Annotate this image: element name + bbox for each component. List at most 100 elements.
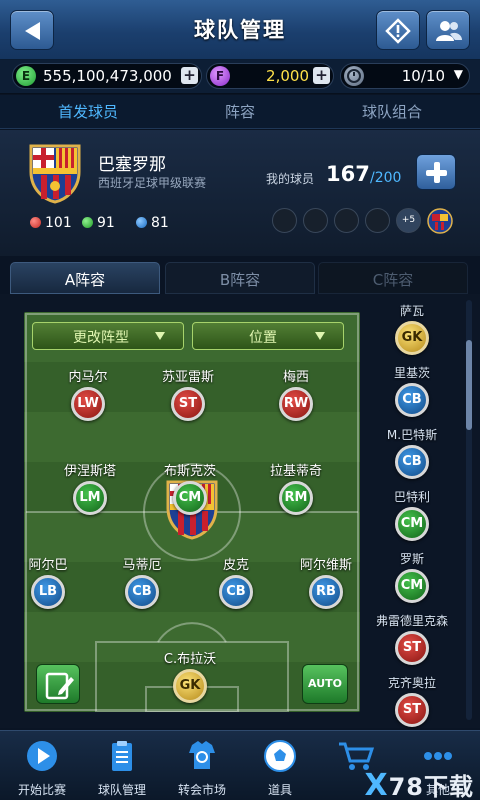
- nav-transfer-market[interactable]: 转会市场: [162, 739, 242, 798]
- stat-blue-value: 81: [151, 215, 169, 231]
- stat-green: 91: [82, 215, 115, 231]
- timer-icon: [344, 66, 364, 86]
- tab-starting-players[interactable]: 首发球员: [28, 101, 148, 122]
- pitch-player[interactable]: 皮克 CB: [196, 554, 276, 609]
- bench-player[interactable]: 里基茨 CB: [374, 364, 450, 417]
- club-mini-crest-icon: [427, 208, 453, 234]
- pitch-player[interactable]: 梅西 RW: [256, 366, 336, 421]
- tab-lineup-a[interactable]: A阵容: [10, 262, 160, 294]
- combo-more[interactable]: +5: [396, 208, 421, 233]
- player-name: 马蒂厄: [122, 558, 162, 573]
- exclamation-icon: [385, 18, 411, 44]
- pitch-player[interactable]: 阿尔维斯 RB: [286, 554, 360, 609]
- nav-team-management[interactable]: 球队管理: [82, 739, 162, 798]
- bench-player[interactable]: 巴特利 CM: [374, 488, 450, 541]
- bench-player[interactable]: 罗斯 CM: [374, 550, 450, 603]
- pitch-player[interactable]: 拉基蒂奇 RM: [256, 460, 336, 515]
- tab-lineup[interactable]: 阵容: [180, 101, 300, 122]
- bench-player[interactable]: 弗雷德里克森 ST: [374, 612, 450, 665]
- nav-label: 转会市场: [177, 783, 226, 797]
- position-badge: LW: [71, 387, 105, 421]
- watermark-text: 78下载: [388, 773, 474, 800]
- pitch-player[interactable]: 内马尔 LW: [48, 366, 128, 421]
- position-badge: CB: [125, 575, 159, 609]
- bench-player[interactable]: M.巴特斯 CB: [374, 426, 450, 479]
- pitch-player[interactable]: 布斯克茨 CM: [150, 460, 230, 515]
- pitch-player[interactable]: 伊涅斯塔 LM: [50, 460, 130, 515]
- add-f-coin-button[interactable]: +: [313, 67, 330, 84]
- lineup-tabs: A阵容 B阵容 C阵容: [10, 262, 470, 294]
- transfer-icon: [189, 741, 215, 769]
- combo-slot[interactable]: [334, 208, 359, 233]
- edit-lineup-button[interactable]: [36, 664, 80, 704]
- nav-start-match[interactable]: 开始比赛: [2, 739, 82, 798]
- player-name: C.布拉沃: [163, 652, 217, 667]
- notice-button[interactable]: [376, 10, 420, 50]
- tab-lineup-b[interactable]: B阵容: [165, 262, 315, 294]
- change-formation-dropdown[interactable]: 更改阵型: [32, 322, 184, 350]
- blue-dot-icon: [136, 217, 147, 228]
- add-player-button[interactable]: [416, 154, 456, 190]
- chevron-down-icon: ▼: [453, 67, 463, 81]
- position-badge: LM: [73, 481, 107, 515]
- play-icon: [27, 741, 57, 771]
- position-badge: CM: [395, 507, 429, 541]
- f-coin-pill: F 2,000 +: [206, 63, 334, 89]
- bench-scrollbar[interactable]: [466, 300, 472, 720]
- nav-label: 开始比赛: [17, 783, 66, 797]
- combo-slot[interactable]: [303, 208, 328, 233]
- nav-items[interactable]: 道具: [240, 739, 320, 798]
- auto-lineup-button[interactable]: AUTO: [302, 664, 348, 704]
- pitch-player[interactable]: 马蒂厄 CB: [102, 554, 182, 609]
- watermark: X78下载: [364, 767, 474, 800]
- stat-red-value: 101: [45, 215, 72, 231]
- pitch-player[interactable]: 苏亚雷斯 ST: [148, 366, 228, 421]
- energy-value: 10/10: [401, 67, 445, 85]
- position-badge: LB: [31, 575, 65, 609]
- player-name: 伊涅斯塔: [63, 464, 116, 479]
- player-name: 梅西: [282, 370, 309, 385]
- friends-button[interactable]: [426, 10, 470, 50]
- player-name: M.巴特斯: [386, 428, 438, 442]
- position-badge: RB: [309, 575, 343, 609]
- green-dot-icon: [82, 217, 93, 228]
- app-root: 球队管理 E 555,100,473,000 + F 2,000 + 10/10…: [0, 0, 480, 800]
- pitch-player[interactable]: C.布拉沃 GK: [150, 648, 230, 703]
- scrollbar-thumb[interactable]: [466, 340, 472, 430]
- stat-blue: 81: [136, 215, 169, 231]
- position-badge: CM: [173, 481, 207, 515]
- currency-bar: E 555,100,473,000 + F 2,000 + 10/10 ▼: [0, 60, 480, 94]
- bench-player[interactable]: 克齐奥拉 ST: [374, 674, 450, 727]
- position-badge: ST: [395, 693, 429, 727]
- ball-icon: [264, 740, 296, 772]
- nav-label: 球队管理: [97, 783, 146, 797]
- energy-pill[interactable]: 10/10 ▼: [340, 63, 470, 89]
- club-info: 巴塞罗那 西班牙足球甲级联赛 我的球员 167 /200 101 91 81 +…: [0, 130, 480, 256]
- add-e-coin-button[interactable]: +: [181, 67, 198, 84]
- bench-player[interactable]: 萨瓦 GK: [374, 302, 450, 355]
- position-badge: ST: [171, 387, 205, 421]
- player-name: 罗斯: [399, 552, 424, 566]
- position-badge: GK: [173, 669, 207, 703]
- pitch-player[interactable]: 阿尔巴 LB: [24, 554, 88, 609]
- tab-lineup-c[interactable]: C阵容: [318, 262, 468, 294]
- position-dropdown[interactable]: 位置: [192, 322, 344, 350]
- position-label: 位置: [249, 330, 277, 346]
- combo-slot[interactable]: [365, 208, 390, 233]
- club-name: 巴塞罗那: [98, 155, 166, 175]
- position-badge: RM: [279, 481, 313, 515]
- player-name: 皮克: [222, 558, 249, 573]
- position-badge: ST: [395, 631, 429, 665]
- clipboard-icon: [112, 741, 132, 771]
- tab-team-combo[interactable]: 球队组合: [332, 101, 452, 122]
- player-name: 克齐奥拉: [387, 676, 436, 690]
- club-league: 西班牙足球甲级联赛: [98, 176, 207, 190]
- combo-slot[interactable]: [272, 208, 297, 233]
- position-badge: CB: [395, 445, 429, 479]
- f-coin-icon: F: [210, 66, 230, 86]
- main-tabs: 首发球员 阵容 球队组合: [0, 95, 480, 129]
- club-crest-icon: [29, 144, 81, 204]
- dropdown-triangle-icon: [155, 332, 165, 340]
- change-formation-label: 更改阵型: [73, 330, 129, 346]
- people-icon: [436, 21, 462, 41]
